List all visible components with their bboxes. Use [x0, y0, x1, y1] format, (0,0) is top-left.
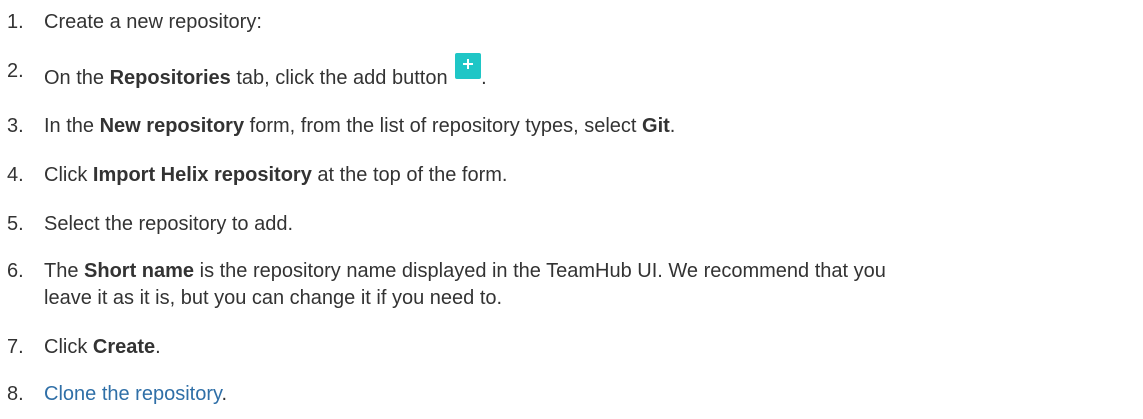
step-number: 5. [7, 213, 24, 235]
step-number: 4. [7, 164, 24, 186]
step-text: Create a new repository: [44, 11, 262, 33]
step-text: Clone the repository. [44, 383, 228, 405]
step-text: In the New repository form, from the lis… [44, 115, 676, 137]
step-number: 3. [7, 115, 24, 137]
step-number: 7. [7, 336, 24, 358]
step-text: Click Import Helix repository at the top… [44, 164, 508, 186]
step-text: The Short name is the repository name di… [44, 260, 886, 309]
step-number: 1. [7, 11, 24, 33]
step-number: 2. [7, 60, 24, 82]
step-text: Select the repository to add. [44, 213, 294, 235]
add-button[interactable] [455, 53, 482, 79]
plus-icon [463, 59, 474, 69]
clone-repository-link[interactable]: Clone the repository [44, 383, 222, 405]
step-number: 8. [7, 383, 24, 405]
step-number: 6. [7, 260, 24, 282]
step-text: Click Create. [44, 336, 161, 358]
steps-list: 1. Create a new repository: 2. On the Re… [0, 0, 1143, 419]
step-text: On the Repositories tab, click the add b… [44, 53, 1139, 92]
